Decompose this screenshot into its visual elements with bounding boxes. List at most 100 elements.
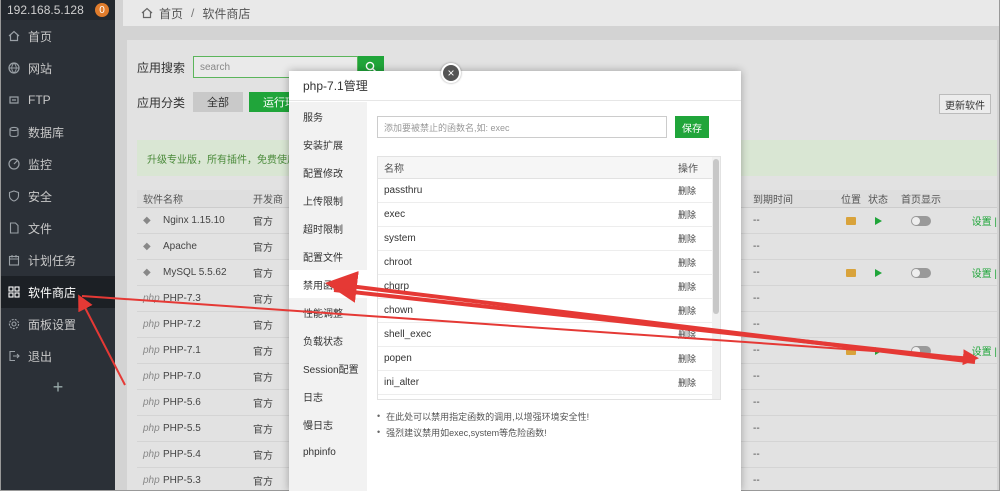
modal-menu: 服务 安装扩展 配置修改 上传限制 超时限制 配置文件 禁用函数 性能调整 负载状态 Sessio… [289,102,367,491]
software-name: php PHP-7.0 [143,371,201,382]
home-display-toggle[interactable] [911,215,931,226]
software-name: php PHP-5.4 [143,449,201,460]
function-name: popen [384,353,412,364]
software-name: ◆ MySQL 5.5.62 [143,267,227,278]
function-name-input[interactable]: 添加要被禁止的函数名,如: exec [377,116,667,138]
sidebar-item-cron[interactable]: 计划任务 [1,244,115,276]
software-name: php PHP-5.3 [143,475,201,486]
modal-menu-item[interactable]: 超时限制 [289,214,367,242]
save-button[interactable]: 保存 [675,116,709,138]
breadcrumb-home[interactable]: 首页 [159,5,183,22]
search-label: 应用搜索 [137,60,186,75]
calendar-icon [7,253,21,267]
modal-menu-item[interactable]: 禁用函数 [289,270,367,298]
sidebar-item-label: 面板设置 [28,317,77,332]
notification-badge[interactable]: 0 [95,3,109,17]
sidebar-item-label: 退出 [28,349,53,364]
php-manager-modal: php-7.1管理 服务 安装扩展 配置修改 上传限制 超时限制 配置文件 禁用函数 性能调整… [289,71,741,491]
settings-link[interactable]: 设置 | [951,213,997,228]
modal-menu-item[interactable]: 慢日志 [289,410,367,438]
close-icon[interactable]: × [441,63,461,83]
note-item: 在此处可以禁用指定函数的调用,以增强环境安全性! [377,408,717,424]
sidebar-item-files[interactable]: 文件 [1,212,115,244]
home-icon [7,29,21,43]
sidebar-item-label: 文件 [28,221,53,236]
modal-menu-item[interactable]: 日志 [289,382,367,410]
database-icon [7,125,21,139]
modal-menu-item[interactable]: 配置修改 [289,158,367,186]
software-name: php PHP-7.3 [143,293,201,304]
globe-icon [7,61,21,75]
sidebar-item-monitor[interactable]: 监控 [1,148,115,180]
app-icon: ◆ [143,241,151,252]
function-name: chown [384,305,413,316]
folder-icon[interactable] [846,346,856,355]
sidebar-item-logout[interactable]: 退出 [1,340,115,372]
sidebar-item-ftp[interactable]: FTP [1,84,115,116]
sidebar-item-settings[interactable]: 面板设置 [1,308,115,340]
col-home-display: 首页显示 [901,195,941,206]
modal-menu-item[interactable]: 上传限制 [289,186,367,214]
function-row: chroot 删除 [378,251,720,275]
function-row: chown 删除 [378,299,720,323]
modal-menu-item[interactable]: Session配置 [289,354,367,382]
play-icon[interactable] [874,346,882,355]
home-display-toggle[interactable] [911,267,931,278]
software-expire: -- [753,345,760,356]
sidebar-item-label: 安全 [28,189,53,204]
category-label: 应用分类 [137,95,186,110]
sidebar-item-website[interactable]: 网站 [1,52,115,84]
scrollbar-thumb[interactable] [713,159,719,314]
category-all-button[interactable]: 全部 [193,92,243,112]
function-row: exec 删除 [378,203,720,227]
modal-menu-item[interactable]: 负载状态 [289,326,367,354]
settings-link[interactable]: 设置 | [951,265,997,280]
sidebar-item-store[interactable]: 软件商店 [1,276,115,308]
software-name: php PHP-5.6 [143,397,201,408]
table-header: 名称 操作 [378,157,720,179]
app-icon: ◆ [143,215,151,226]
php-icon: php [143,293,160,304]
add-button[interactable]: + [1,372,115,402]
software-name: php PHP-5.5 [143,423,201,434]
function-row: ini_alter 删除 [378,371,720,395]
disabled-functions-table: 名称 操作 passthru 删除 exec 删除 system 删除 chroot 删除 ch… [377,156,721,400]
function-name: passthru [384,185,423,196]
scrollbar[interactable] [712,157,720,399]
play-icon[interactable] [874,216,882,225]
software-name: ◆ Nginx 1.15.10 [143,215,225,226]
sidebar-item-label: 监控 [28,157,53,172]
function-name: ini_alter [384,377,420,388]
software-name: php PHP-7.2 [143,319,201,330]
col-position: 位置 [841,195,861,206]
function-row: chgrp 删除 [378,275,720,299]
software-expire: -- [753,215,760,226]
software-expire: -- [753,475,760,486]
modal-menu-item[interactable]: phpinfo [289,438,367,466]
gear-icon [7,317,21,331]
update-software-button[interactable]: 更新软件 [939,94,991,114]
col-name: 软件名称 [143,195,183,206]
software-name: php PHP-7.1 [143,345,201,356]
software-expire: -- [753,267,760,278]
php-icon: php [143,371,160,382]
modal-menu-item[interactable]: 配置文件 [289,242,367,270]
settings-link[interactable]: 设置 | [951,343,997,358]
folder-icon[interactable] [846,268,856,277]
modal-menu-item[interactable]: 安装扩展 [289,130,367,158]
sidebar-item-home[interactable]: 首页 [1,20,115,52]
play-icon[interactable] [874,268,882,277]
sidebar-item-security[interactable]: 安全 [1,180,115,212]
php-icon: php [143,449,160,460]
sidebar-item-label: 数据库 [28,125,65,140]
folder-icon[interactable] [846,216,856,225]
modal-menu-item[interactable]: 性能调整 [289,298,367,326]
modal-menu-item[interactable]: 服务 [289,102,367,130]
breadcrumb-separator: / [191,6,195,20]
sidebar-item-label: 软件商店 [28,285,77,300]
col-expire: 到期时间 [753,195,793,206]
home-display-toggle[interactable] [911,345,931,356]
sidebar-item-database[interactable]: 数据库 [1,116,115,148]
app-icon: ◆ [143,267,151,278]
function-name: chgrp [384,281,410,292]
